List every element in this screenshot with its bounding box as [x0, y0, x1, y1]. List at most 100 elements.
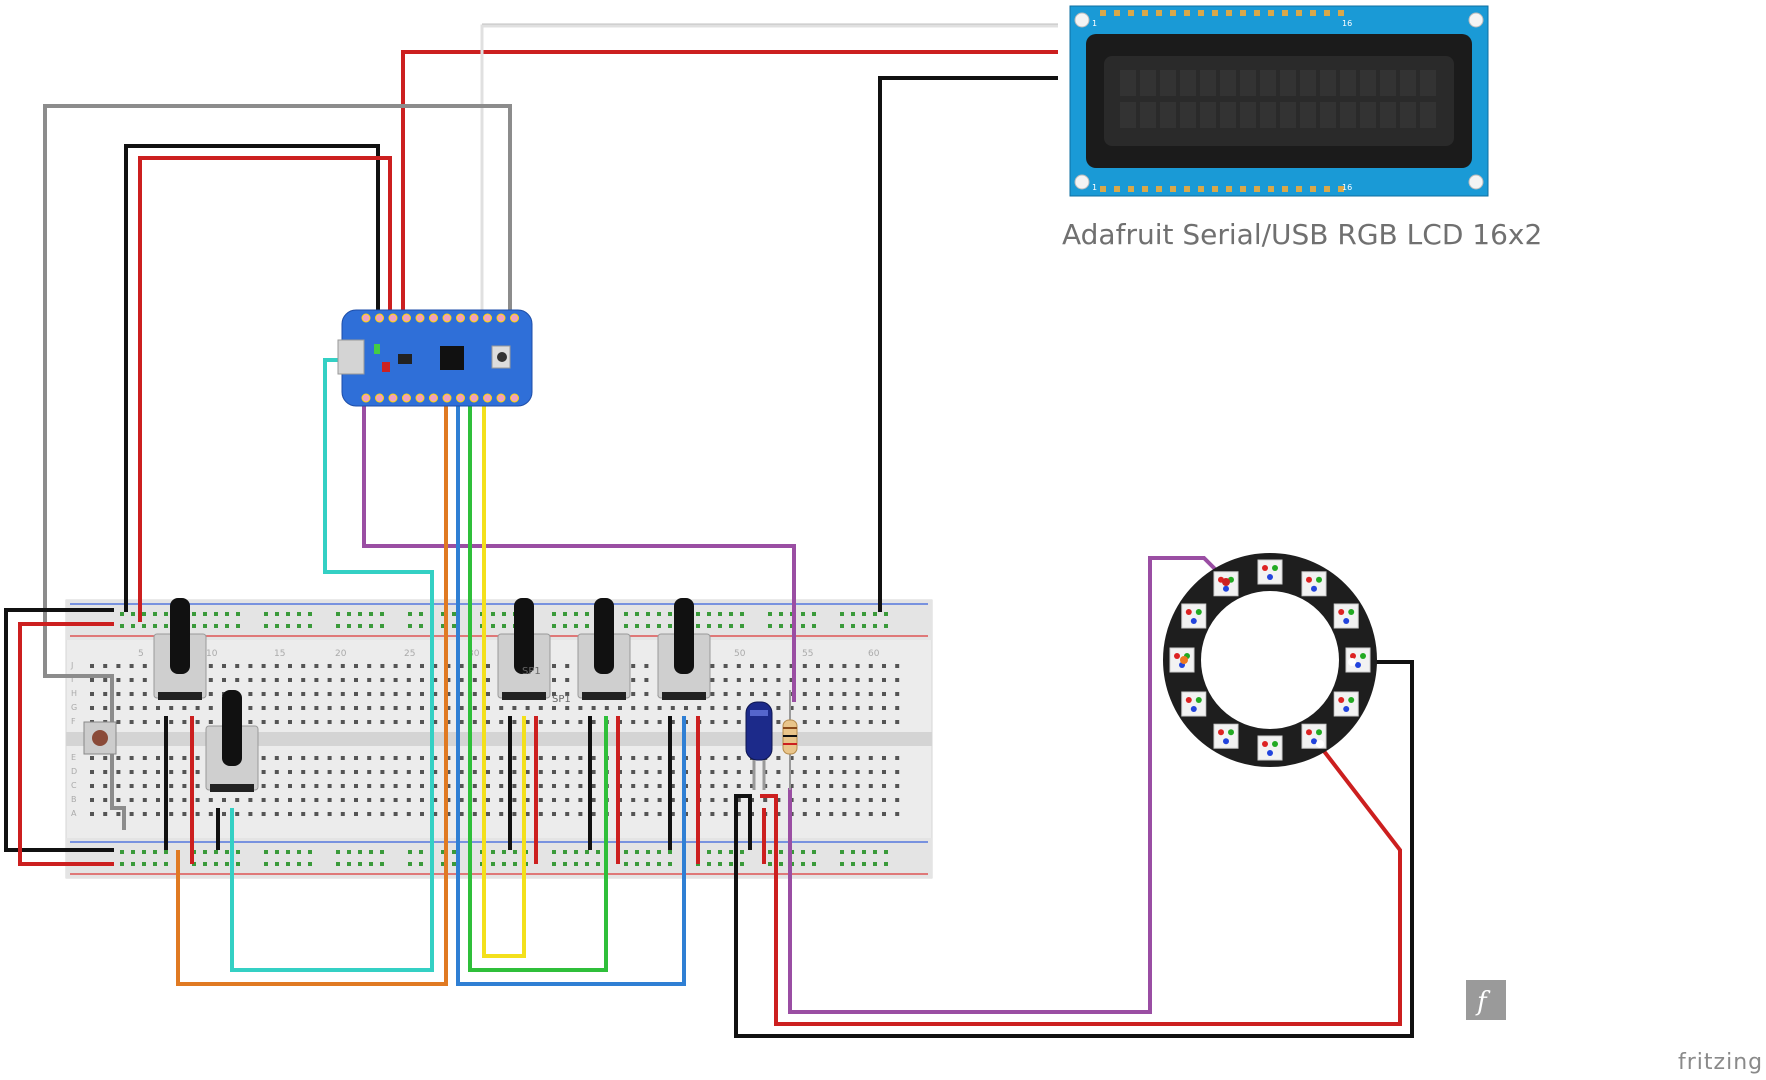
- rail-hole: [729, 624, 733, 628]
- hole: [816, 678, 820, 682]
- row-letter: B: [71, 795, 77, 804]
- hole: [129, 678, 134, 682]
- hole: [552, 812, 556, 816]
- rail-hole: [131, 862, 135, 866]
- hole: [710, 756, 715, 760]
- hole: [802, 664, 807, 668]
- led-blue: [1190, 618, 1197, 624]
- hole: [301, 770, 306, 774]
- rail-hole: [657, 612, 661, 616]
- hole: [354, 798, 358, 802]
- hole: [90, 756, 94, 760]
- hole: [472, 720, 477, 724]
- lcd-cell: [1200, 102, 1216, 128]
- push-button[interactable]: [83, 721, 117, 755]
- pin: [1310, 186, 1316, 192]
- rail-hole: [635, 612, 639, 616]
- hole: [248, 720, 253, 724]
- hole: [420, 664, 424, 668]
- rail-hole: [286, 862, 290, 866]
- hole: [644, 706, 649, 710]
- hole: [829, 678, 834, 682]
- hole: [327, 784, 332, 788]
- hole: [644, 720, 649, 724]
- rail-hole: [707, 612, 711, 616]
- hole: [459, 770, 464, 774]
- microcontroller-board[interactable]: [337, 309, 533, 407]
- pin: [1296, 10, 1302, 16]
- hole: [670, 706, 675, 710]
- hole: [169, 798, 174, 802]
- hole: [868, 784, 873, 788]
- hole: [802, 798, 807, 802]
- hole: [816, 706, 820, 710]
- rail-hole: [286, 850, 290, 854]
- hole: [684, 706, 688, 710]
- hole: [274, 720, 279, 724]
- lcd-module[interactable]: 1 16 1 16: [1069, 5, 1489, 197]
- wire-white-lcd-data[interactable]: [480, 24, 1058, 322]
- hole: [90, 798, 94, 802]
- hole: [499, 798, 504, 802]
- ring-pad-in: [1222, 578, 1230, 586]
- hole: [499, 784, 504, 788]
- rail-hole: [369, 612, 373, 616]
- pin: [442, 393, 452, 403]
- hole: [103, 798, 108, 802]
- pin: [1128, 10, 1134, 16]
- hole: [90, 812, 94, 816]
- rail-hole: [646, 862, 650, 866]
- hole: [459, 692, 464, 696]
- hole: [538, 706, 543, 710]
- hole: [195, 812, 200, 816]
- hole: [380, 812, 385, 816]
- hole: [723, 812, 728, 816]
- hole: [261, 770, 266, 774]
- hole: [169, 706, 174, 710]
- wire-red-lcd-power[interactable]: [401, 50, 1058, 322]
- hole: [116, 706, 121, 710]
- hole: [261, 756, 266, 760]
- led-green: [1272, 565, 1278, 571]
- pin: [375, 393, 384, 403]
- rail-hole: [657, 624, 661, 628]
- hole: [261, 706, 266, 710]
- wire-black-lcd-ground[interactable]: [878, 76, 1058, 612]
- rail-hole: [624, 612, 628, 616]
- hole: [156, 756, 160, 760]
- hole: [288, 784, 292, 788]
- lcd-cell: [1220, 102, 1236, 128]
- hole: [327, 756, 332, 760]
- neopixel-ring[interactable]: [1163, 553, 1377, 767]
- hole: [486, 720, 490, 724]
- lcd-cell: [1340, 70, 1356, 96]
- hole: [578, 770, 583, 774]
- hole: [208, 692, 213, 696]
- wire-black-mcu-ground[interactable]: [124, 144, 380, 612]
- lcd-cell: [1240, 102, 1256, 128]
- rail-hole: [286, 612, 290, 616]
- pin: [1198, 186, 1204, 192]
- col-number: 50: [734, 649, 746, 659]
- hole: [129, 720, 134, 724]
- hole: [802, 770, 807, 774]
- rail-hole: [358, 612, 362, 616]
- lcd-cell: [1300, 70, 1316, 96]
- hole: [301, 692, 306, 696]
- hole: [816, 812, 820, 816]
- hole: [195, 706, 200, 710]
- rail-hole: [491, 624, 495, 628]
- rail-hole: [635, 850, 639, 854]
- hole: [103, 678, 108, 682]
- hole: [525, 798, 530, 802]
- hole: [565, 770, 570, 774]
- pin: [1170, 10, 1176, 16]
- hole: [169, 720, 174, 724]
- col-number: 25: [404, 649, 415, 659]
- lcd-cell: [1280, 70, 1296, 96]
- rail-hole: [768, 612, 772, 616]
- hole: [882, 692, 886, 696]
- led-red: [1262, 565, 1268, 571]
- hole: [420, 706, 424, 710]
- led-red: [1306, 576, 1312, 583]
